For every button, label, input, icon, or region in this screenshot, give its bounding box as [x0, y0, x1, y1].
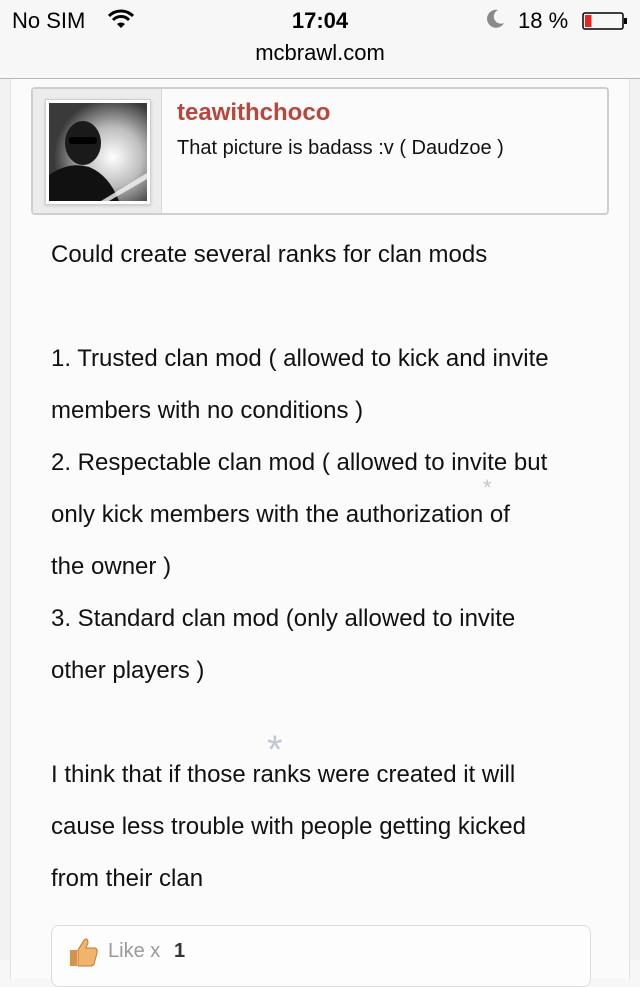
page-content: teawithchoco That picture is badass :v (… — [0, 79, 640, 987]
post-line: only kick members with the authorization… — [51, 501, 510, 528]
like-bar: Like x 1 — [51, 925, 591, 987]
thumbs-up-icon[interactable] — [66, 934, 100, 973]
post-line: Could create several ranks for clan mods — [51, 241, 488, 268]
forum-post: teawithchoco That picture is badass :v (… — [10, 79, 630, 987]
url-text: mcbrawl.com — [255, 40, 385, 65]
post-line: 2. Respectable clan mod ( allowed to inv… — [51, 449, 548, 476]
post-line: from their clan — [51, 865, 204, 892]
avatar-container — [33, 89, 162, 213]
battery-percent: 18 % — [518, 8, 569, 33]
status-bar: No SIM 17:04 18 % — [0, 0, 640, 40]
address-bar[interactable]: mcbrawl.com — [0, 40, 640, 79]
post-line — [51, 281, 611, 333]
asterisk-icon: * — [483, 475, 492, 500]
post-line: I think that if those ranks were created… — [51, 761, 516, 788]
post-line: other players ) — [51, 657, 205, 684]
post-line: 1. Trusted clan mod ( allowed to kick an… — [51, 345, 549, 372]
quote-username[interactable]: teawithchoco — [177, 99, 330, 127]
post-line: cause less trouble with people getting k… — [51, 813, 526, 840]
post-body: Could create several ranks for clan mods… — [51, 229, 611, 905]
asterisk-icon: * — [267, 728, 283, 772]
post-line: members with no conditions ) — [51, 397, 364, 424]
avatar[interactable] — [45, 99, 151, 205]
do-not-disturb-moon-icon — [484, 8, 506, 36]
battery-icon — [582, 10, 628, 30]
quote-block: teawithchoco That picture is badass :v (… — [31, 87, 609, 215]
quote-text: That picture is badass :v ( Daudzoe ) — [177, 137, 504, 159]
post-line — [51, 697, 611, 749]
post-line: 3. Standard clan mod (only allowed to in… — [51, 605, 516, 632]
post-line: the owner ) — [51, 553, 172, 580]
